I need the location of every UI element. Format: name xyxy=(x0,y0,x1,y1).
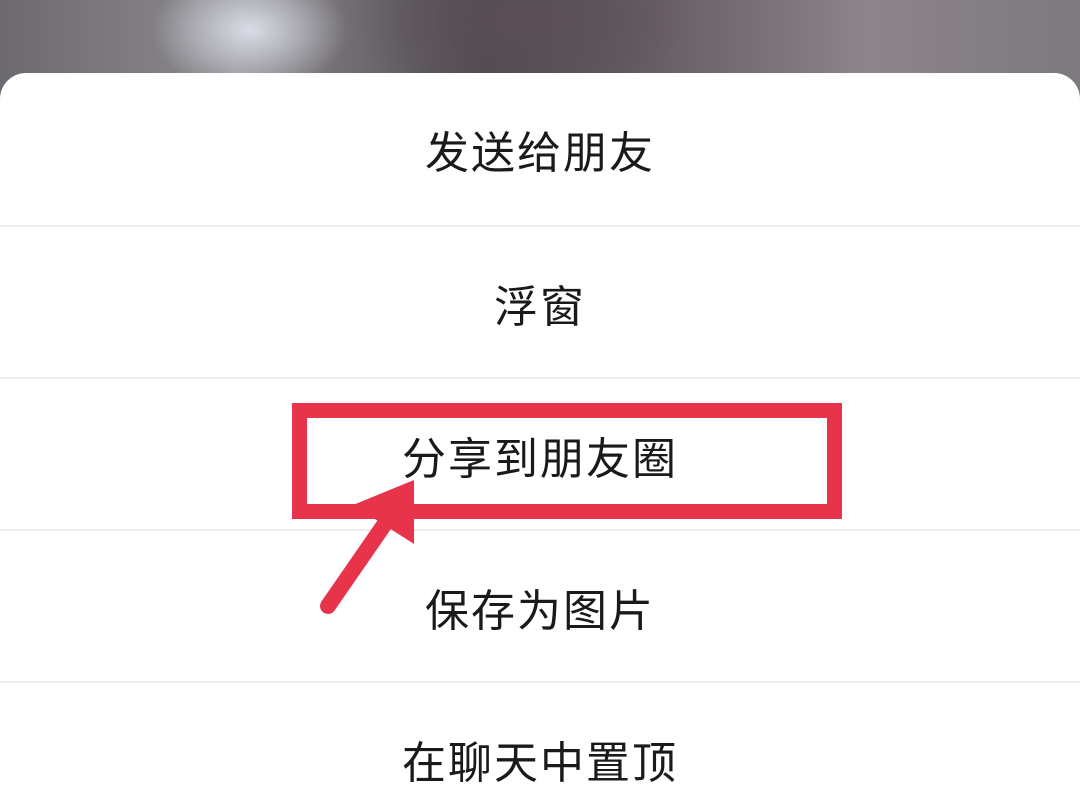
menu-item-label: 在聊天中置顶 xyxy=(402,738,678,789)
menu-item-save-as-image[interactable]: 保存为图片 xyxy=(0,531,1080,683)
menu-item-label: 发送给朋友 xyxy=(425,128,655,179)
screen: 发送给朋友 浮窗 分享到朋友圈 保存为图片 在聊天中置顶 xyxy=(0,0,1080,810)
menu-item-label: 保存为图片 xyxy=(425,586,655,637)
menu-item-floating-window[interactable]: 浮窗 xyxy=(0,227,1080,379)
menu-item-send-to-friend[interactable]: 发送给朋友 xyxy=(0,73,1080,225)
menu-item-label: 浮窗 xyxy=(494,282,586,333)
menu-item-pin-in-chat[interactable]: 在聊天中置顶 xyxy=(0,683,1080,810)
annotation-highlight-box xyxy=(292,403,842,519)
